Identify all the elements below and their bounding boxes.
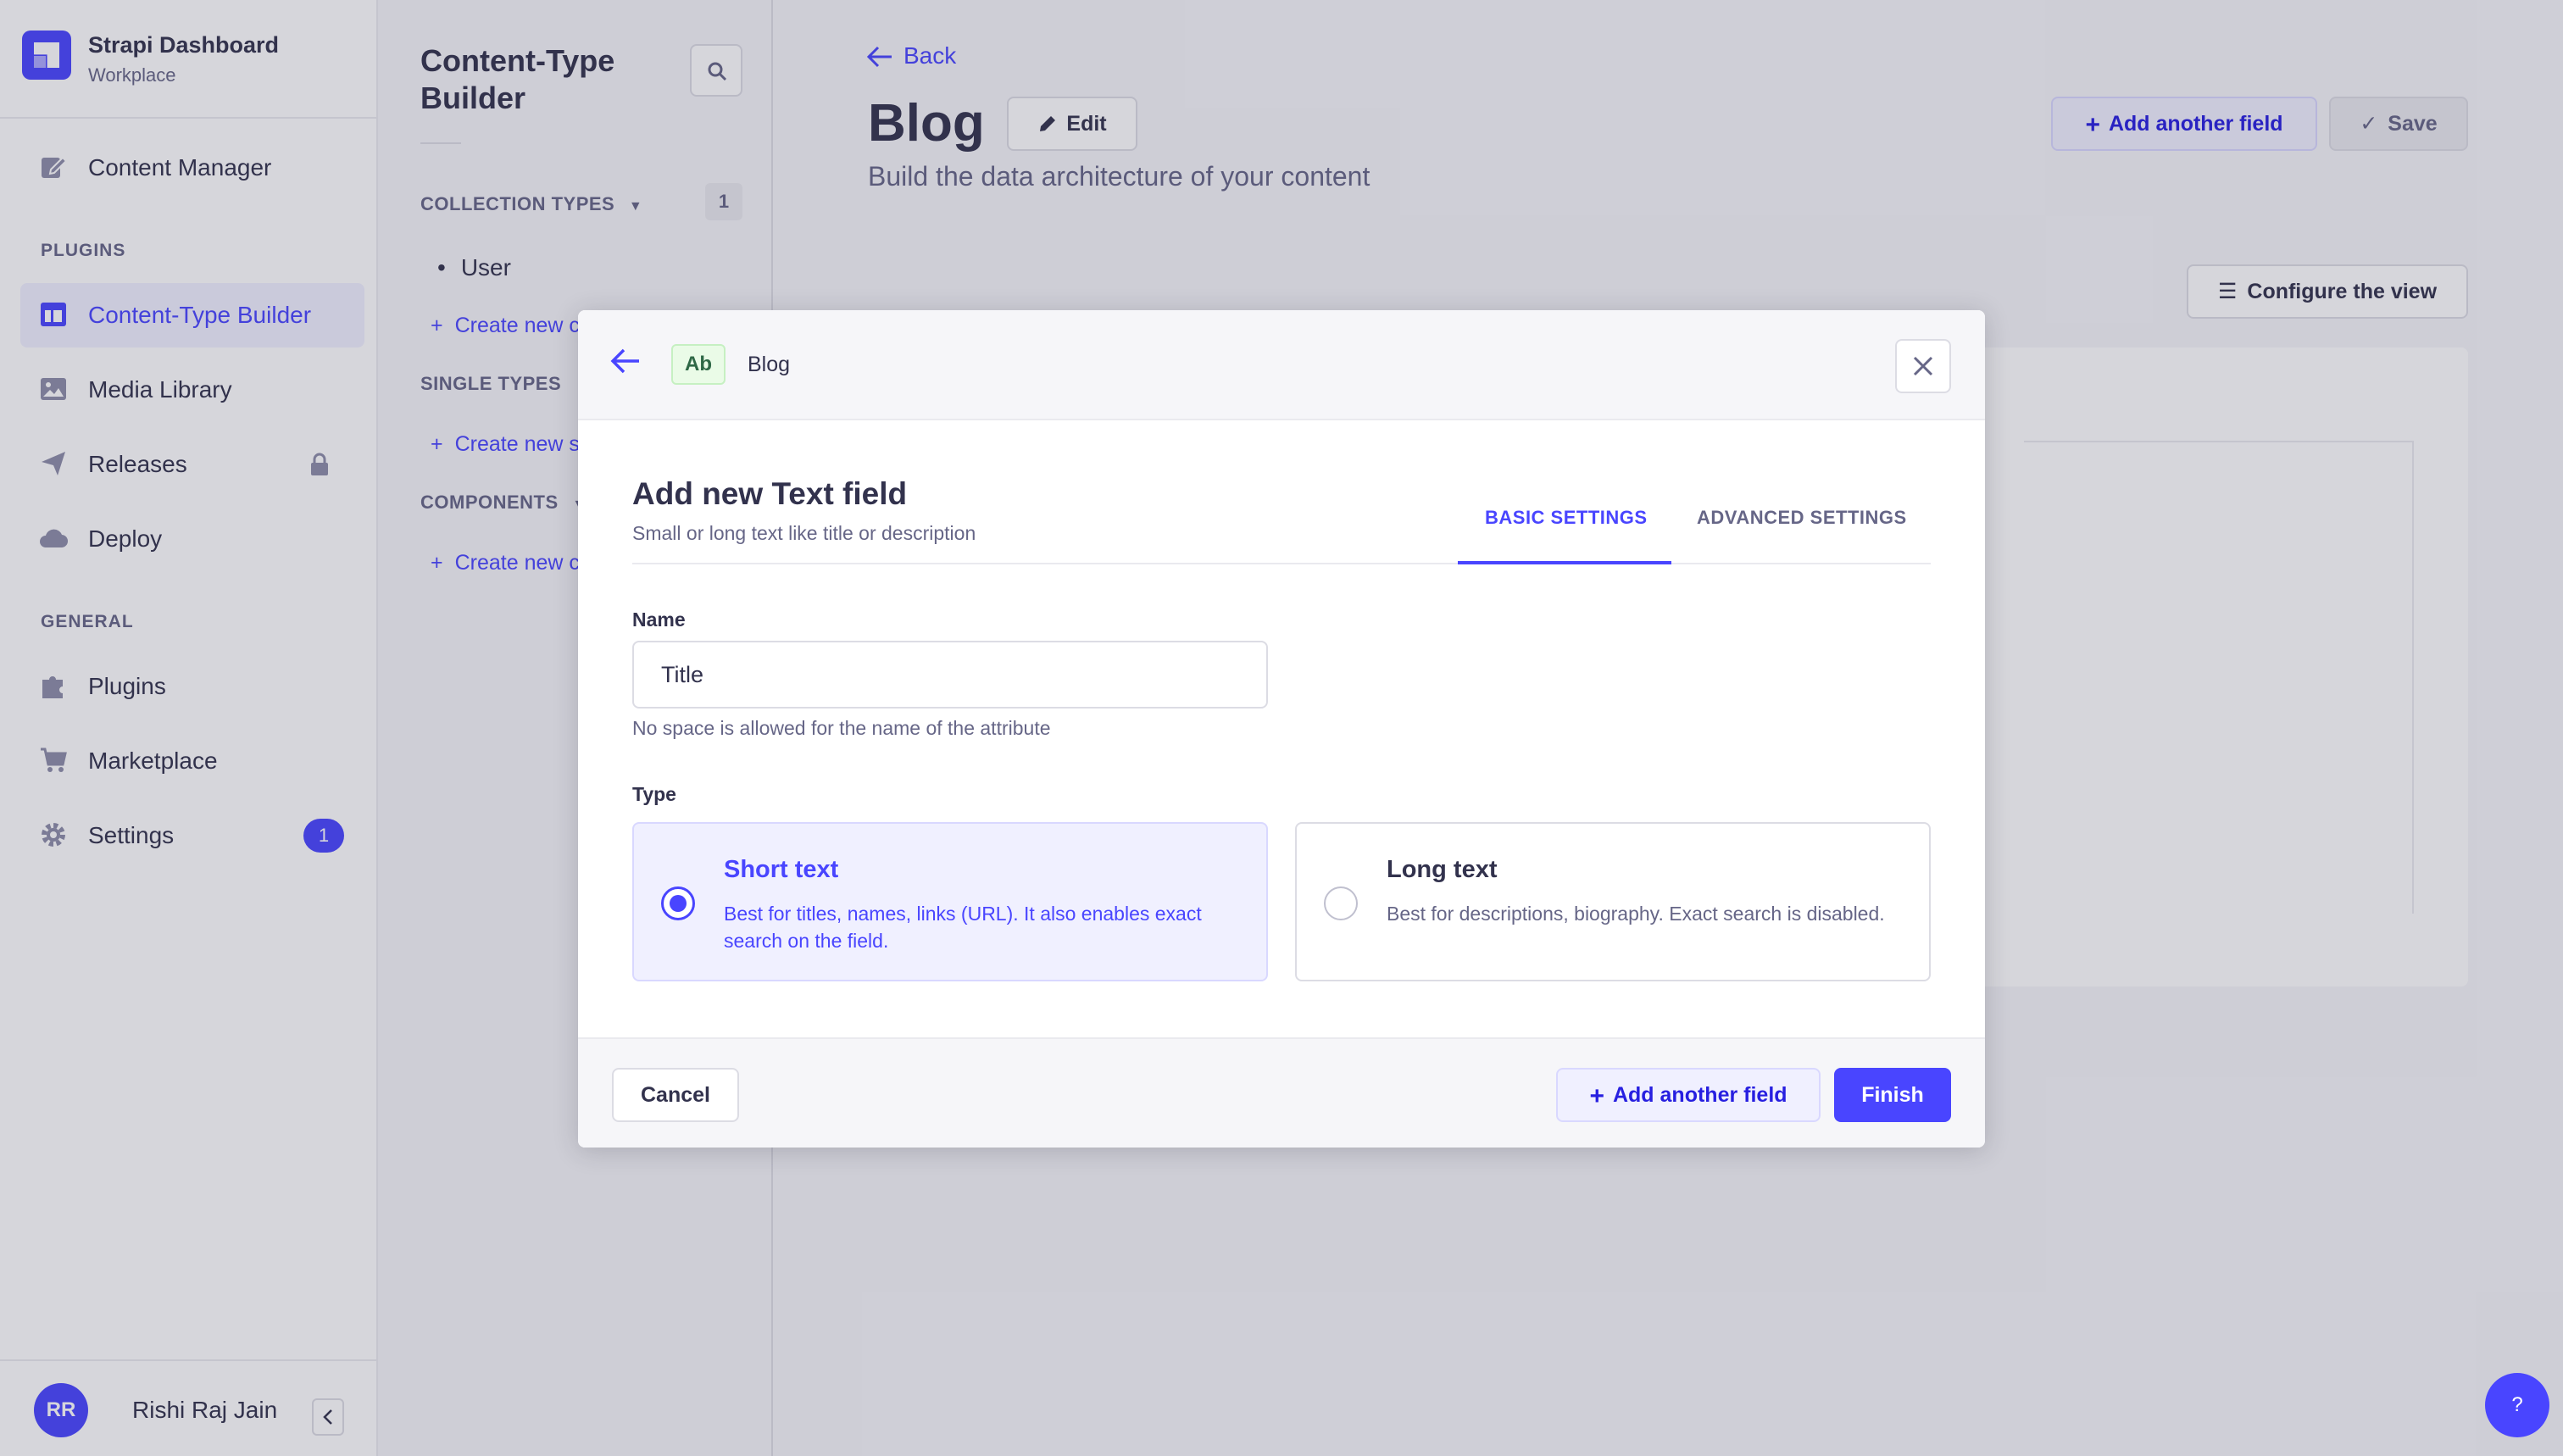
name-label: Name <box>632 609 686 631</box>
modal-description: Small or long text like title or descrip… <box>632 522 976 544</box>
modal-title: Add new Text field <box>632 476 908 511</box>
radio-short-text[interactable] <box>661 886 695 920</box>
active-tab-indicator <box>1458 561 1671 564</box>
long-text-description: Best for descriptions, biography. Exact … <box>1387 903 1885 925</box>
add-another-label: Add another field <box>1612 1083 1787 1107</box>
tab-basic-settings[interactable]: BASIC SETTINGS <box>1485 507 1648 529</box>
type-option-long-text[interactable]: Long text Best for descriptions, biograp… <box>1295 822 1931 981</box>
tabs-divider <box>632 563 1931 564</box>
name-input[interactable] <box>632 641 1268 709</box>
type-label: Type <box>632 783 676 805</box>
long-text-title: Long text <box>1387 856 1498 883</box>
modal-close-button[interactable] <box>1895 339 1951 393</box>
arrow-left-icon[interactable] <box>610 347 641 375</box>
app-root: Strapi Dashboard Workplace Content Manag… <box>0 0 2563 1456</box>
modal-header: Ab Blog <box>578 310 1985 420</box>
plus-icon: + <box>1589 1082 1604 1110</box>
help-button[interactable]: ? <box>2485 1373 2549 1437</box>
tab-advanced-settings[interactable]: ADVANCED SETTINGS <box>1697 507 1907 529</box>
type-option-short-text[interactable]: Short text Best for titles, names, links… <box>632 822 1268 981</box>
modal-breadcrumb: Blog <box>748 353 791 376</box>
cancel-button[interactable]: Cancel <box>612 1068 739 1122</box>
add-field-modal: Ab Blog Add new Text field Small or long… <box>578 310 1985 1148</box>
short-text-description: Best for titles, names, links (URL). It … <box>724 903 1202 952</box>
modal-footer: Cancel + Add another field Finish <box>578 1037 1985 1148</box>
finish-button[interactable]: Finish <box>1834 1068 1951 1122</box>
name-hint: No space is allowed for the name of the … <box>632 717 1051 739</box>
close-icon <box>1913 356 1933 376</box>
modal-add-another-field-button[interactable]: + Add another field <box>1556 1068 1821 1122</box>
text-field-type-badge: Ab <box>671 344 726 385</box>
short-text-title: Short text <box>724 856 839 883</box>
radio-long-text[interactable] <box>1324 886 1358 920</box>
